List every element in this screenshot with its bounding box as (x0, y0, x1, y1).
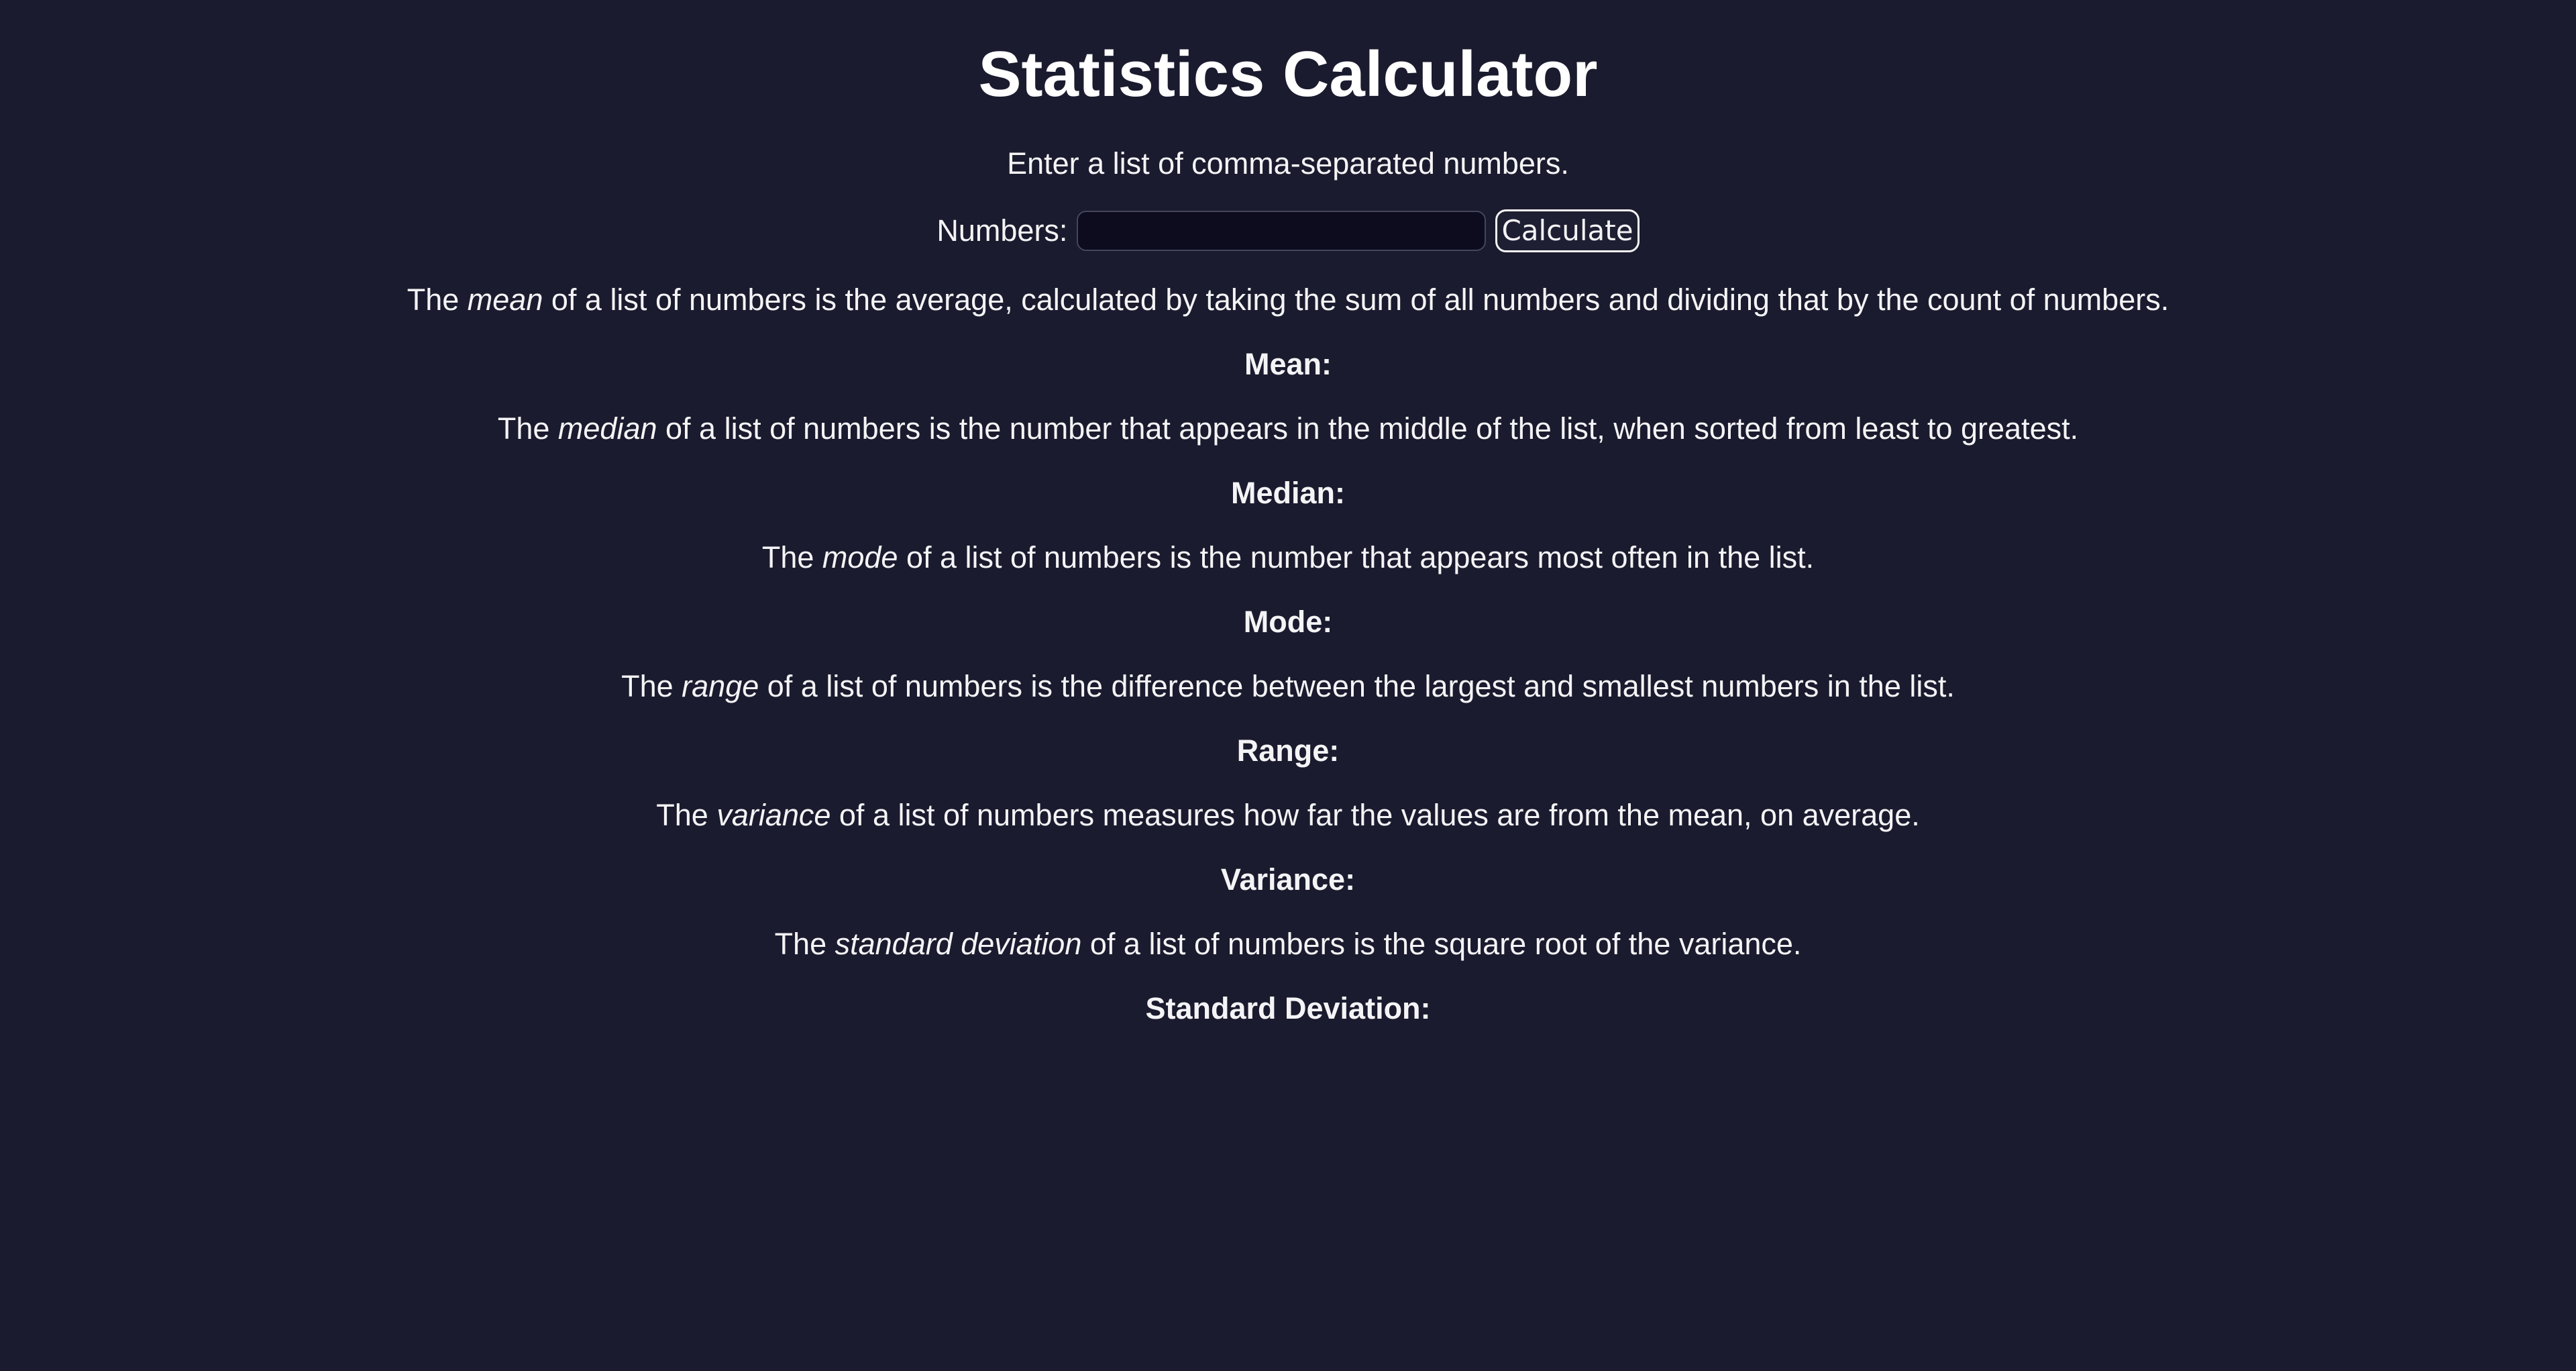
instructions-text: Enter a list of comma-separated numbers. (1007, 146, 1569, 181)
mode-term: mode (822, 540, 898, 574)
range-term: range (682, 669, 759, 703)
numbers-form: Numbers: Calculate (0, 209, 2576, 252)
median-desc-after: of a list of numbers is the number that … (657, 411, 2079, 446)
mode-desc-after: of a list of numbers is the number that … (898, 540, 1815, 574)
mean-desc-before: The (407, 283, 468, 317)
numbers-input[interactable] (1077, 211, 1487, 251)
mean-result-label: Mean: (1244, 347, 1332, 381)
range-desc-before: The (621, 669, 682, 703)
std-desc-before: The (774, 927, 835, 961)
std-description: The standard deviation of a list of numb… (0, 927, 2576, 962)
statistics-calculator-page: Statistics Calculator Enter a list of co… (0, 0, 2576, 1371)
std-term: standard deviation (835, 927, 1082, 961)
variance-desc-after: of a list of numbers measures how far th… (830, 798, 1920, 832)
median-term: median (557, 411, 657, 446)
mean-desc-after: of a list of numbers is the average, cal… (543, 283, 2169, 317)
page-title: Statistics Calculator (978, 38, 1598, 110)
variance-description: The variance of a list of numbers measur… (0, 798, 2576, 833)
mode-result-label: Mode: (1243, 605, 1333, 639)
mean-term: mean (467, 283, 543, 317)
variance-result-label: Variance: (1220, 862, 1356, 897)
std-result-label: Standard Deviation: (1145, 991, 1431, 1025)
calculate-button[interactable]: Calculate (1495, 209, 1640, 252)
median-description: The median of a list of numbers is the n… (0, 411, 2576, 446)
range-description: The range of a list of numbers is the di… (0, 669, 2576, 704)
range-desc-after: of a list of numbers is the difference b… (759, 669, 1955, 703)
median-desc-before: The (497, 411, 558, 446)
std-desc-after: of a list of numbers is the square root … (1081, 927, 1802, 961)
numbers-label: Numbers: (936, 213, 1068, 248)
variance-term: variance (716, 798, 831, 832)
mean-description: The mean of a list of numbers is the ave… (0, 283, 2576, 317)
mode-desc-before: The (761, 540, 822, 574)
mode-description: The mode of a list of numbers is the num… (0, 540, 2576, 575)
median-result-label: Median: (1230, 476, 1345, 510)
range-result-label: Range: (1236, 733, 1340, 768)
variance-desc-before: The (656, 798, 717, 832)
